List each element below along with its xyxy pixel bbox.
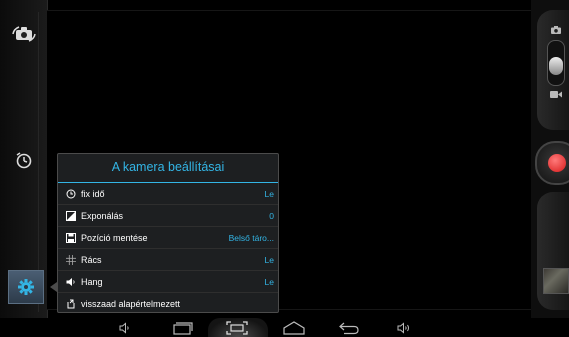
home-icon xyxy=(283,320,305,335)
back-icon xyxy=(339,322,359,334)
setting-label: Pozíció mentése xyxy=(81,232,148,243)
home-button[interactable] xyxy=(283,319,305,336)
setting-label: Hang xyxy=(81,276,103,287)
timer-icon xyxy=(16,152,32,169)
self-timer-button[interactable] xyxy=(8,144,40,176)
setting-label: Rács xyxy=(81,254,102,265)
panel-pointer xyxy=(50,282,57,292)
exposure-icon xyxy=(66,210,76,221)
panel-title: A kamera beállításai xyxy=(58,154,278,183)
speaker-icon xyxy=(66,277,76,287)
reset-icon xyxy=(66,299,76,309)
recents-button[interactable] xyxy=(173,319,193,336)
setting-label: Exponálás xyxy=(81,210,124,221)
setting-row-grid[interactable]: Rács Le xyxy=(58,249,278,271)
screenshot-icon xyxy=(226,320,248,335)
setting-value: Le xyxy=(264,276,274,287)
back-button[interactable] xyxy=(338,319,360,336)
setting-value: 0 xyxy=(269,210,274,221)
volume-down-icon xyxy=(119,321,129,334)
switch-camera-button[interactable] xyxy=(8,18,40,50)
settings-gear-icon xyxy=(18,279,34,295)
setting-value: Le xyxy=(264,188,274,199)
setting-value: Belső táro... xyxy=(228,232,274,243)
camera-app: A kamera beállításai fix idő Le Exponálá… xyxy=(0,0,569,337)
setting-label: fix idő xyxy=(81,188,105,199)
setting-row-fixed-time[interactable]: fix idő Le xyxy=(58,183,278,205)
settings-button[interactable] xyxy=(8,270,44,304)
setting-row-sound[interactable]: Hang Le xyxy=(58,271,278,293)
setting-row-save-location[interactable]: Pozíció mentése Belső táro... xyxy=(58,227,278,249)
setting-label: visszaad alapértelmezett xyxy=(81,298,181,309)
setting-row-reset-defaults[interactable]: visszaad alapértelmezett xyxy=(58,293,278,314)
switch-camera-icon xyxy=(12,26,36,42)
mode-switch-knob[interactable] xyxy=(549,57,563,75)
setting-value: Le xyxy=(264,254,274,265)
camera-video-mode-switch[interactable] xyxy=(547,40,565,86)
shutter-button[interactable] xyxy=(535,141,569,185)
recents-icon xyxy=(173,321,193,335)
volume-up-icon xyxy=(397,321,409,334)
last-photo-thumbnail[interactable] xyxy=(543,268,569,294)
camera-settings-panel: A kamera beállításai fix idő Le Exponálá… xyxy=(57,153,279,313)
shutter-record-dot xyxy=(548,154,566,172)
clock-icon xyxy=(66,189,76,199)
volume-down-button[interactable] xyxy=(119,319,131,336)
save-icon xyxy=(66,232,76,243)
screenshot-button[interactable] xyxy=(226,319,248,336)
volume-up-button[interactable] xyxy=(397,319,411,336)
grid-icon xyxy=(66,254,76,265)
setting-row-exposure[interactable]: Exponálás 0 xyxy=(58,205,278,227)
camera-icon[interactable] xyxy=(551,26,561,34)
video-icon[interactable] xyxy=(550,91,562,98)
